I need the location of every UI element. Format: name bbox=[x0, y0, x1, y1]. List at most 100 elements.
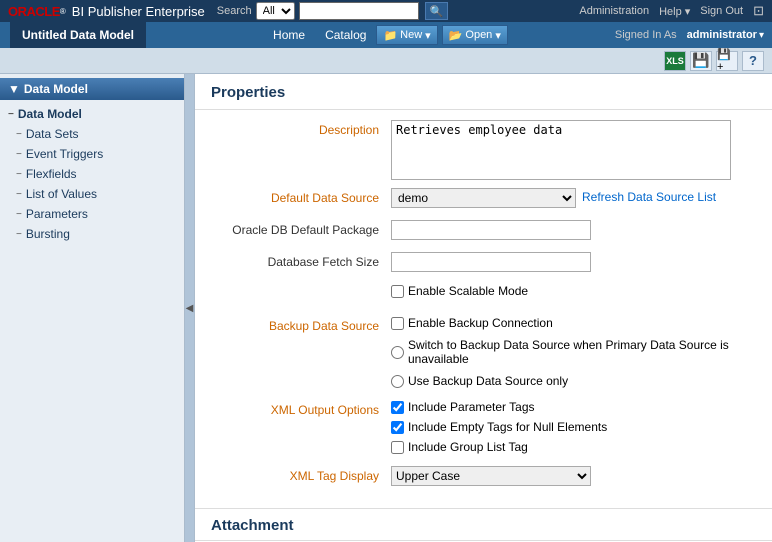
toolbar: XLS 💾 💾+ ? bbox=[0, 48, 772, 74]
save-as-button[interactable]: 💾+ bbox=[716, 51, 738, 71]
main-layout: ▼ Data Model − Data Model − Data Sets − … bbox=[0, 74, 772, 542]
backup-data-source-label: Backup Data Source bbox=[211, 316, 391, 333]
search-input[interactable] bbox=[299, 2, 419, 20]
open-chevron: ▾ bbox=[495, 29, 501, 42]
collapse-icon-flexfields: − bbox=[16, 169, 22, 180]
sidebar: ▼ Data Model − Data Model − Data Sets − … bbox=[0, 74, 185, 542]
sidebar-item-bursting-label: Bursting bbox=[26, 227, 70, 241]
collapse-arrow-icon: ◀ bbox=[186, 303, 194, 314]
catalog-link[interactable]: Catalog bbox=[315, 28, 376, 42]
sidebar-item-bursting[interactable]: − Bursting bbox=[0, 224, 184, 244]
backup-connection-label: Enable Backup Connection bbox=[408, 316, 553, 330]
open-label: Open bbox=[465, 29, 492, 41]
xml-tag-display-value: Upper Case Lower Case As is bbox=[391, 466, 756, 486]
open-button[interactable]: 📂 Open ▾ bbox=[442, 25, 508, 45]
properties-section-title: Properties bbox=[195, 74, 772, 110]
search-button[interactable]: 🔍 bbox=[425, 2, 449, 20]
sidebar-item-parameters[interactable]: − Parameters bbox=[0, 204, 184, 224]
use-backup-only-label: Use Backup Data Source only bbox=[408, 374, 568, 388]
oracle-db-package-row: Oracle DB Default Package bbox=[211, 220, 756, 244]
description-textarea[interactable] bbox=[391, 120, 731, 180]
sidebar-header: ▼ Data Model bbox=[0, 78, 184, 100]
use-backup-only-radio-row: Use Backup Data Source only bbox=[391, 374, 756, 388]
switch-to-backup-radio[interactable] bbox=[391, 346, 404, 359]
include-empty-tags-label: Include Empty Tags for Null Elements bbox=[408, 420, 607, 434]
sidebar-item-data-model[interactable]: − Data Model bbox=[0, 104, 184, 124]
signed-in-label: Signed In As bbox=[615, 29, 677, 41]
xml-output-value: Include Parameter Tags Include Empty Tag… bbox=[391, 400, 756, 458]
default-data-source-label: Default Data Source bbox=[211, 188, 391, 205]
oracle-text: ORACLE bbox=[8, 4, 60, 19]
sidebar-header-label: Data Model bbox=[24, 82, 88, 96]
sidebar-item-list-of-values[interactable]: − List of Values bbox=[0, 184, 184, 204]
search-scope-select[interactable]: All bbox=[256, 2, 295, 20]
sidebar-item-event-triggers[interactable]: − Event Triggers bbox=[0, 144, 184, 164]
help-dropdown[interactable]: Help ▾ bbox=[659, 5, 690, 18]
xml-tag-display-row: XML Tag Display Upper Case Lower Case As… bbox=[211, 466, 756, 490]
refresh-data-source-link[interactable]: Refresh Data Source List bbox=[582, 188, 716, 204]
oracle-reg-mark: ® bbox=[60, 7, 66, 16]
sidebar-item-parameters-label: Parameters bbox=[26, 207, 88, 221]
top-nav-bar: ORACLE ® BI Publisher Enterprise Search … bbox=[0, 0, 772, 22]
folder-new-icon: 📁 bbox=[383, 29, 397, 42]
use-backup-only-radio[interactable] bbox=[391, 375, 404, 388]
scalable-mode-checkbox[interactable] bbox=[391, 285, 404, 298]
include-group-tag-row: Include Group List Tag bbox=[391, 440, 607, 454]
backup-connection-checkbox-row: Enable Backup Connection bbox=[391, 316, 756, 330]
scalable-mode-label: Enable Scalable Mode bbox=[408, 284, 528, 298]
help-button[interactable]: ? bbox=[742, 51, 764, 71]
backup-connection-checkbox[interactable] bbox=[391, 317, 404, 330]
switch-to-backup-radio-row: Switch to Backup Data Source when Primar… bbox=[391, 338, 756, 366]
collapse-icon-list-of-values: − bbox=[16, 189, 22, 200]
default-data-source-row: Default Data Source demo Refresh Data So… bbox=[211, 188, 756, 212]
second-bar: Untitled Data Model Home Catalog 📁 New ▾… bbox=[0, 22, 772, 48]
default-data-source-select[interactable]: demo bbox=[391, 188, 576, 208]
second-bar-nav: Home Catalog 📁 New ▾ 📂 Open ▾ bbox=[156, 25, 615, 45]
sidebar-item-event-triggers-label: Event Triggers bbox=[26, 147, 103, 161]
include-empty-tags-row: Include Empty Tags for Null Elements bbox=[391, 420, 607, 434]
sidebar-collapse-handle[interactable]: ◀ bbox=[185, 74, 195, 542]
include-group-tag-checkbox[interactable] bbox=[391, 441, 404, 454]
new-button[interactable]: 📁 New ▾ bbox=[376, 25, 437, 45]
xml-output-options: Include Parameter Tags Include Empty Tag… bbox=[391, 400, 607, 458]
sidebar-item-data-sets[interactable]: − Data Sets bbox=[0, 124, 184, 144]
folder-open-icon: 📂 bbox=[449, 29, 463, 42]
description-label: Description bbox=[211, 120, 391, 137]
oracle-db-package-value bbox=[391, 220, 756, 240]
switch-to-backup-label: Switch to Backup Data Source when Primar… bbox=[408, 338, 756, 366]
window-icon: ⊡ bbox=[753, 3, 764, 19]
collapse-icon-event-triggers: − bbox=[16, 149, 22, 160]
page-title: Untitled Data Model bbox=[22, 28, 134, 42]
page-title-tab: Untitled Data Model bbox=[10, 22, 146, 48]
backup-data-source-value: Enable Backup Connection Switch to Backu… bbox=[391, 316, 756, 392]
include-param-tags-checkbox[interactable] bbox=[391, 401, 404, 414]
xml-tag-display-select[interactable]: Upper Case Lower Case As is bbox=[391, 466, 591, 486]
sidebar-collapse-icon: ▼ bbox=[8, 82, 20, 96]
user-dropdown-chevron[interactable]: ▾ bbox=[759, 30, 764, 41]
xml-output-row: XML Output Options Include Parameter Tag… bbox=[211, 400, 756, 458]
sidebar-item-data-model-label: Data Model bbox=[18, 107, 82, 121]
collapse-icon-data-model: − bbox=[8, 109, 14, 120]
db-fetch-size-input[interactable] bbox=[391, 252, 591, 272]
sidebar-item-flexfields[interactable]: − Flexfields bbox=[0, 164, 184, 184]
db-fetch-size-row: Database Fetch Size bbox=[211, 252, 756, 276]
save-button[interactable]: 💾 bbox=[690, 51, 712, 71]
home-link[interactable]: Home bbox=[263, 28, 315, 42]
db-fetch-size-label: Database Fetch Size bbox=[211, 252, 391, 269]
sidebar-item-data-sets-label: Data Sets bbox=[26, 127, 79, 141]
include-group-tag-label: Include Group List Tag bbox=[408, 440, 528, 454]
signout-link[interactable]: Sign Out bbox=[700, 5, 743, 17]
app-title: BI Publisher Enterprise bbox=[72, 4, 205, 19]
scalable-mode-checkbox-row: Enable Scalable Mode bbox=[391, 284, 528, 298]
search-icon: 🔍 bbox=[430, 6, 444, 18]
oracle-db-package-input[interactable] bbox=[391, 220, 591, 240]
xml-tag-display-label: XML Tag Display bbox=[211, 466, 391, 483]
default-data-source-value: demo Refresh Data Source List bbox=[391, 188, 756, 208]
admin-link[interactable]: Administration bbox=[579, 5, 649, 17]
include-empty-tags-checkbox[interactable] bbox=[391, 421, 404, 434]
description-value bbox=[391, 120, 756, 180]
top-nav-links: Administration Help ▾ Sign Out ⊡ bbox=[579, 3, 764, 19]
export-excel-button[interactable]: XLS bbox=[664, 51, 686, 71]
scalable-mode-empty-label bbox=[211, 284, 391, 287]
properties-grid: Description Default Data Source demo Ref… bbox=[195, 110, 772, 508]
